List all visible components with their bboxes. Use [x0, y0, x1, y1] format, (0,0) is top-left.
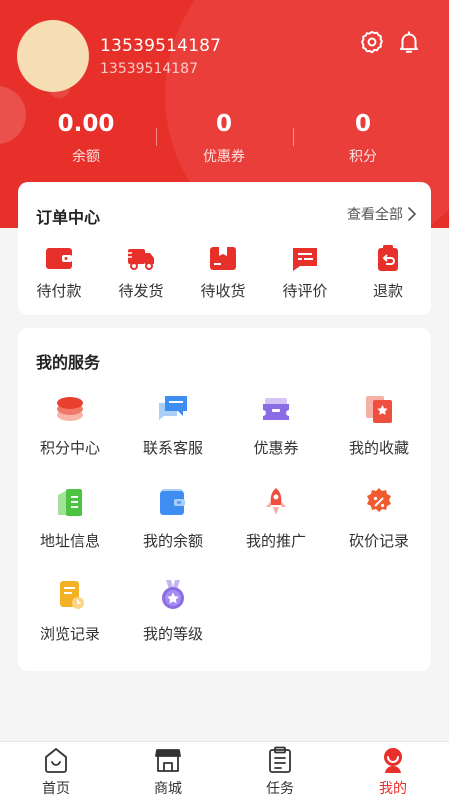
store-icon [155, 749, 181, 772]
points-value: 0 [354, 111, 371, 137]
order-refund[interactable]: 退款 [347, 244, 429, 301]
tab-label: 商城 [154, 781, 182, 797]
order-item-label: 待评价 [282, 282, 328, 300]
coupon-label: 优惠券 [203, 149, 245, 165]
balance-value: 0.00 [57, 111, 115, 137]
bottom-tab-bar: 首页 商城 任务 我的 [0, 741, 449, 800]
service-label: 浏览记录 [39, 625, 100, 643]
coupon-stat[interactable]: 0 优惠券 [154, 111, 294, 166]
service-browse-history[interactable]: 浏览记录 [18, 579, 122, 644]
service-bargain-history[interactable]: 砍价记录 [327, 486, 431, 551]
address-book-icon [58, 489, 82, 516]
service-coupons[interactable]: 优惠券 [224, 393, 328, 458]
history-doc-icon [60, 581, 84, 609]
user-id: 13539514187 [100, 61, 198, 77]
service-label: 我的等级 [142, 625, 203, 643]
order-pending-shipment[interactable]: 待发货 [100, 244, 182, 301]
chat-icon [159, 396, 187, 420]
gear-icon[interactable] [359, 29, 385, 55]
review-icon [293, 248, 317, 271]
tab-tasks[interactable]: 任务 [224, 746, 336, 798]
service-promotion[interactable]: 我的推广 [224, 486, 328, 551]
favorite-icon [366, 396, 392, 423]
points-label: 积分 [349, 149, 377, 165]
service-my-level[interactable]: 我的等级 [121, 579, 225, 644]
view-all-orders-link[interactable]: 查看全部 [347, 204, 417, 224]
rocket-icon [266, 488, 286, 515]
ticket-icon [263, 398, 289, 420]
profile-icon [384, 748, 402, 773]
tab-label: 首页 [42, 781, 70, 797]
my-services-title: 我的服务 [36, 353, 101, 372]
order-center-card: 订单中心 查看全部 待付款 待发货 待收货 待评价 退款 [18, 182, 431, 315]
order-pending-review[interactable]: 待评价 [264, 244, 346, 301]
username: 13539514187 [100, 36, 222, 56]
tab-label: 任务 [266, 781, 294, 797]
refund-icon [378, 245, 398, 271]
balance-stat[interactable]: 0.00 余额 [16, 111, 156, 166]
service-favorites[interactable]: 我的收藏 [327, 393, 431, 458]
service-label: 地址信息 [39, 532, 100, 550]
order-center-title: 订单中心 [36, 208, 101, 227]
home-icon [45, 748, 67, 773]
tab-home[interactable]: 首页 [0, 746, 112, 798]
avatar[interactable] [17, 20, 89, 92]
order-item-label: 待付款 [36, 282, 82, 300]
service-label: 我的收藏 [348, 439, 409, 457]
wallet-icon [46, 248, 72, 269]
clipboard-icon [269, 746, 291, 773]
tab-mine[interactable]: 我的 [337, 746, 449, 798]
service-balance[interactable]: 我的余额 [121, 486, 225, 551]
level-medal-icon [162, 580, 184, 609]
tab-label: 我的 [379, 781, 407, 797]
order-item-label: 待收货 [200, 282, 246, 300]
view-all-label: 查看全部 [347, 207, 403, 223]
truck-icon [126, 249, 154, 270]
points-stat[interactable]: 0 积分 [293, 111, 433, 166]
package-icon [210, 247, 236, 270]
service-label: 优惠券 [253, 439, 299, 457]
service-label: 积分中心 [39, 439, 100, 457]
service-label: 联系客服 [142, 439, 203, 457]
service-address[interactable]: 地址信息 [18, 486, 122, 551]
tab-store[interactable]: 商城 [112, 746, 224, 798]
balance-label: 余额 [72, 149, 100, 165]
service-points-center[interactable]: 积分中心 [18, 393, 122, 458]
service-contact-support[interactable]: 联系客服 [121, 393, 225, 458]
chevron-right-icon [408, 207, 417, 221]
balance-wallet-icon [160, 489, 185, 515]
order-pending-receipt[interactable]: 待收货 [182, 244, 264, 301]
coupon-value: 0 [215, 111, 232, 137]
discount-badge-icon [367, 488, 391, 512]
coins-stack-icon [57, 397, 83, 421]
order-pending-payment[interactable]: 待付款 [18, 244, 100, 301]
order-item-label: 退款 [372, 282, 403, 300]
service-label: 我的推广 [245, 532, 306, 550]
service-label: 砍价记录 [348, 532, 409, 550]
my-services-card: 我的服务 积分中心 联系客服 优惠券 我的收藏 地址信息 我的余额 我的推广 砍… [18, 328, 431, 671]
bell-icon[interactable] [396, 29, 422, 55]
order-item-label: 待发货 [118, 282, 164, 300]
service-label: 我的余额 [142, 532, 203, 550]
